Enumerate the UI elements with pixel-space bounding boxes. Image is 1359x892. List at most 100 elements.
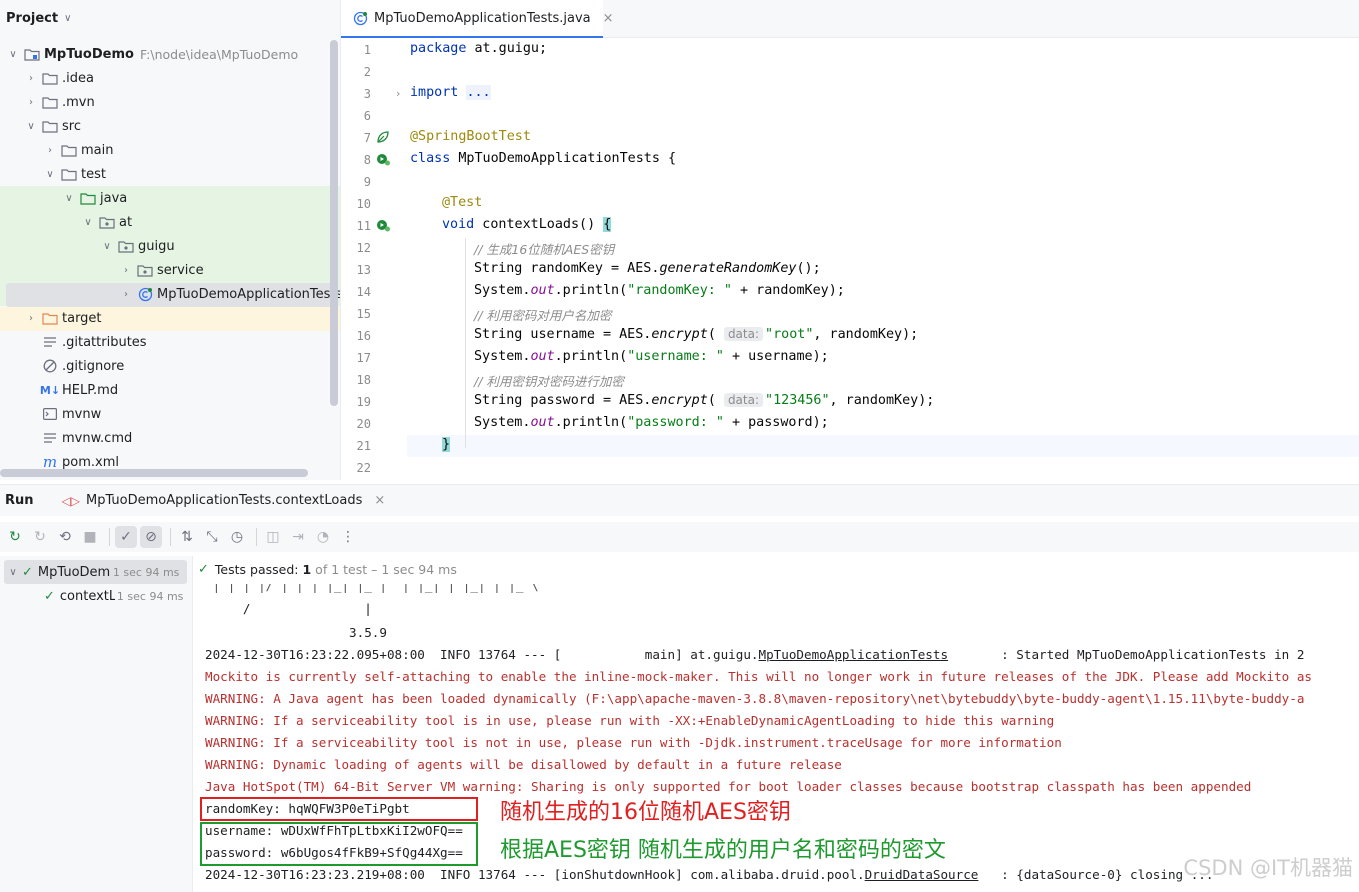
more-icon[interactable]: ⋮ [337,526,359,548]
line-number: 14 [356,285,371,299]
console-output[interactable]: | | | |/ | | | |_| |_ | | |_| | |_| | |_… [194,584,1359,892]
show-ignored-icon[interactable]: ⊘ [140,526,162,548]
tree-item-src[interactable]: ∨ src [24,114,81,138]
project-title: Project [6,10,59,26]
collapse-icon[interactable]: ⤡ [201,526,223,548]
markdown-icon: M↓ [39,383,61,397]
tree-item-mvnw[interactable]: mvnw [38,402,101,426]
rerun-auto-icon[interactable]: ⟲ [54,526,76,548]
chevron-right-icon[interactable]: › [24,97,38,108]
editor-tab-bar: MpTuoDemoApplicationTests.java × [341,0,1359,38]
console-line: Java HotSpot(TM) 64-Bit Server VM warnin… [205,779,1252,794]
chevron-right-icon[interactable]: › [24,313,38,324]
code-line: System.out.println("username: " + userna… [474,349,829,364]
maven-icon: m [42,453,58,471]
tree-item-at[interactable]: ∨ at [81,210,132,234]
vertical-scrollbar[interactable] [330,40,338,406]
run-test-icon[interactable] [376,218,390,232]
test-run-icon: ◁▷ [61,493,80,508]
tree-item-label: src [62,118,81,134]
tree-item-mptuodemo[interactable]: ∨ MpTuoDemo F:\node\idea\MpTuoDemo [6,42,298,66]
tree-item-main[interactable]: › main [43,138,113,162]
tree-item-label: java [100,190,128,206]
current-line-highlight [407,435,1359,457]
folder-icon [60,166,78,182]
spring-leaf-icon[interactable] [376,130,390,144]
close-icon[interactable]: × [603,11,614,26]
line-number: 11 [356,219,371,233]
fold-icon[interactable]: › [396,87,400,100]
import-icon[interactable]: ⇥ [287,526,309,548]
chevron-down-icon[interactable]: ∨ [43,169,57,180]
tree-item-label: mvnw [62,406,102,422]
parameter-hint: data: [723,327,764,341]
code-line: package at.guigu; [410,41,548,56]
line-number: 10 [356,197,371,211]
tree-item-gitattributes[interactable]: .gitattributes [38,330,147,354]
camera-icon[interactable]: ◫ [262,526,284,548]
rerun-icon[interactable]: ↻ [4,526,26,548]
chevron-right-icon[interactable]: › [43,145,57,156]
test-case-row[interactable]: ✓ contextLo 1 sec 94 ms [44,584,193,608]
line-number: 2 [363,65,371,79]
chevron-down-icon[interactable]: ∨ [62,193,76,204]
run-title: Run [5,493,34,508]
history-icon[interactable]: ◷ [226,526,248,548]
run-tab[interactable]: ◁▷ MpTuoDemoApplicationTests.contextLoad… [62,493,386,508]
chevron-down-icon[interactable]: ∨ [6,49,20,60]
coverage-icon[interactable]: ◔ [312,526,334,548]
code-line: System.out.println("password: " + passwo… [474,415,829,430]
chevron-down-icon[interactable]: ∨ [4,567,22,578]
tree-item-idea[interactable]: › .idea [24,66,94,90]
tree-item-help-md[interactable]: M↓ HELP.md [38,378,118,402]
console-line: / | [205,601,372,616]
tree-item-label: guigu [138,238,175,254]
tree-item-service[interactable]: › service [119,258,204,282]
test-suite-row[interactable]: ∨ ✓ MpTuoDemo 1 sec 94 ms [4,560,187,584]
package-icon [117,238,135,254]
line-number: 17 [356,351,371,365]
tree-item-gitignore[interactable]: .gitignore [38,354,124,378]
rerun-failed-icon[interactable]: ↻ [29,526,51,548]
line-number: 19 [356,395,371,409]
run-test-icon[interactable] [376,152,390,166]
tree-item-label: mvnw.cmd [62,430,133,446]
code-editor[interactable]: 1 2 3 6 7 8 9 10 11 12 13 14 15 16 17 18… [341,38,1359,479]
chevron-right-icon[interactable]: › [119,265,133,276]
tree-item-test[interactable]: ∨ test [43,162,106,186]
tree-item-test-class[interactable]: › MpTuoDemoApplicationTests [119,282,341,306]
tree-item-java[interactable]: ∨ java [62,186,127,210]
chevron-right-icon[interactable]: › [119,289,133,300]
chevron-down-icon[interactable]: ∨ [64,13,71,24]
chevron-down-icon[interactable]: ∨ [100,241,114,252]
sort-icon[interactable]: ⇅ [176,526,198,548]
project-header[interactable]: Project ∨ [0,0,340,36]
annotation-note-red: 随机生成的16位随机AES密钥 [500,800,791,825]
tree-item-label: test [81,166,106,182]
tree-item-label: HELP.md [62,382,119,398]
chevron-down-icon[interactable]: ∨ [81,217,95,228]
code-line: void contextLoads() { [442,217,612,232]
close-icon[interactable]: × [374,493,385,508]
editor-tab[interactable]: MpTuoDemoApplicationTests.java × [341,0,614,38]
show-passed-icon[interactable]: ✓ [115,526,137,548]
indent-guide [465,238,466,448]
chevron-down-icon[interactable]: ∨ [24,121,38,132]
line-number: 1 [363,43,371,57]
folded-imports[interactable]: ... [466,85,491,100]
toolbar-separator [109,528,110,546]
tree-item-target[interactable]: › target [24,306,102,330]
horizontal-scrollbar[interactable] [0,469,308,477]
tree-item-label: MpTuoDemoApplicationTests [157,286,341,302]
annotation-box-red [200,797,478,821]
check-icon: ✓ [198,561,209,577]
line-number: 8 [363,153,371,167]
tree-item-guigu[interactable]: ∨ guigu [100,234,175,258]
tree-item-mvn[interactable]: › .mvn [24,90,95,114]
terminal-file-icon [41,406,59,422]
stop-icon[interactable]: ■ [79,526,101,548]
tree-item-label: .idea [62,70,94,86]
test-case-name: contextLo [59,588,115,604]
chevron-right-icon[interactable]: › [24,73,38,84]
tree-item-mvnw-cmd[interactable]: mvnw.cmd [38,426,132,450]
